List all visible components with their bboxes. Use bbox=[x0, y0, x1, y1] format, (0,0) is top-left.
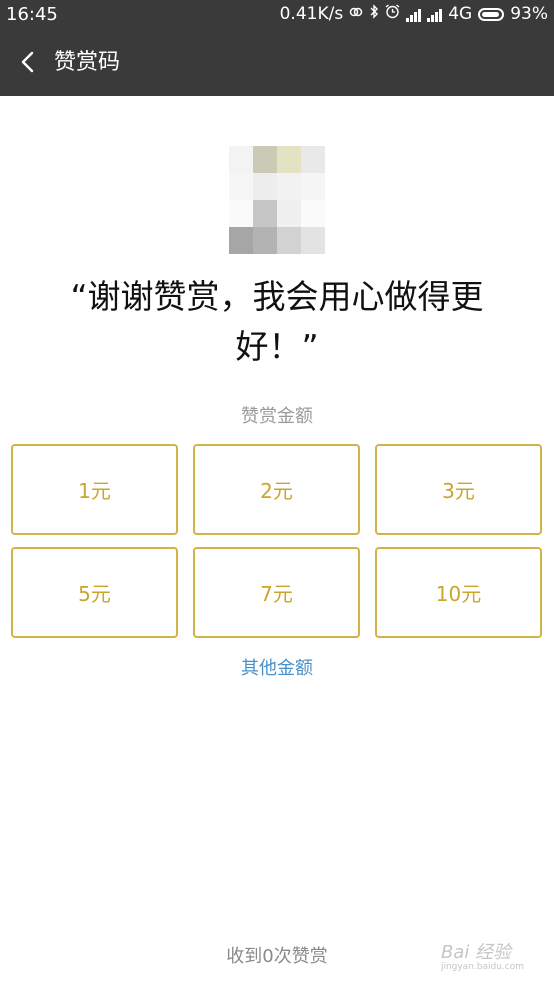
status-icons: 0.41K/s 4G 93% bbox=[280, 0, 548, 29]
back-button[interactable] bbox=[8, 42, 48, 82]
amount-button-7[interactable]: 7元 bbox=[193, 547, 360, 638]
amount-grid: 1元 2元 3元 5元 7元 10元 bbox=[11, 444, 543, 638]
nav-bar: 赞赏码 bbox=[0, 29, 554, 96]
app-screen: 16:45 0.41K/s 4G 93% 赞赏码 “谢谢赞赏，我会用心做得更好！… bbox=[0, 0, 554, 995]
amount-button-1[interactable]: 1元 bbox=[11, 444, 178, 535]
signal-icon bbox=[427, 8, 443, 22]
battery-icon bbox=[478, 8, 505, 21]
other-amount-link[interactable]: 其他金额 bbox=[0, 654, 554, 680]
amount-button-2[interactable]: 2元 bbox=[193, 444, 360, 535]
link-icon bbox=[349, 0, 363, 29]
alarm-icon bbox=[385, 0, 400, 29]
bluetooth-icon bbox=[369, 0, 379, 29]
amount-button-5[interactable]: 5元 bbox=[11, 547, 178, 638]
battery-percent: 93% bbox=[510, 4, 548, 24]
watermark: Bai 经验 jingyan.baidu.com bbox=[441, 938, 524, 972]
signal-icon bbox=[406, 8, 422, 22]
watermark-text: Bai 经验 bbox=[440, 942, 512, 963]
status-time: 16:45 bbox=[6, 4, 58, 25]
avatar bbox=[229, 146, 325, 254]
network-type: 4G bbox=[448, 4, 473, 24]
watermark-sub: jingyan.baidu.com bbox=[440, 962, 524, 972]
net-speed: 0.41K/s bbox=[279, 4, 344, 24]
amount-label: 赞赏金额 bbox=[241, 406, 313, 427]
thanks-message: “谢谢赞赏，我会用心做得更好！” bbox=[70, 277, 484, 366]
status-bar: 16:45 0.41K/s 4G 93% bbox=[0, 0, 554, 29]
page-title: 赞赏码 bbox=[54, 50, 121, 75]
chevron-left-icon bbox=[21, 51, 34, 73]
amount-button-10[interactable]: 10元 bbox=[375, 547, 542, 638]
amount-button-3[interactable]: 3元 bbox=[375, 444, 542, 535]
